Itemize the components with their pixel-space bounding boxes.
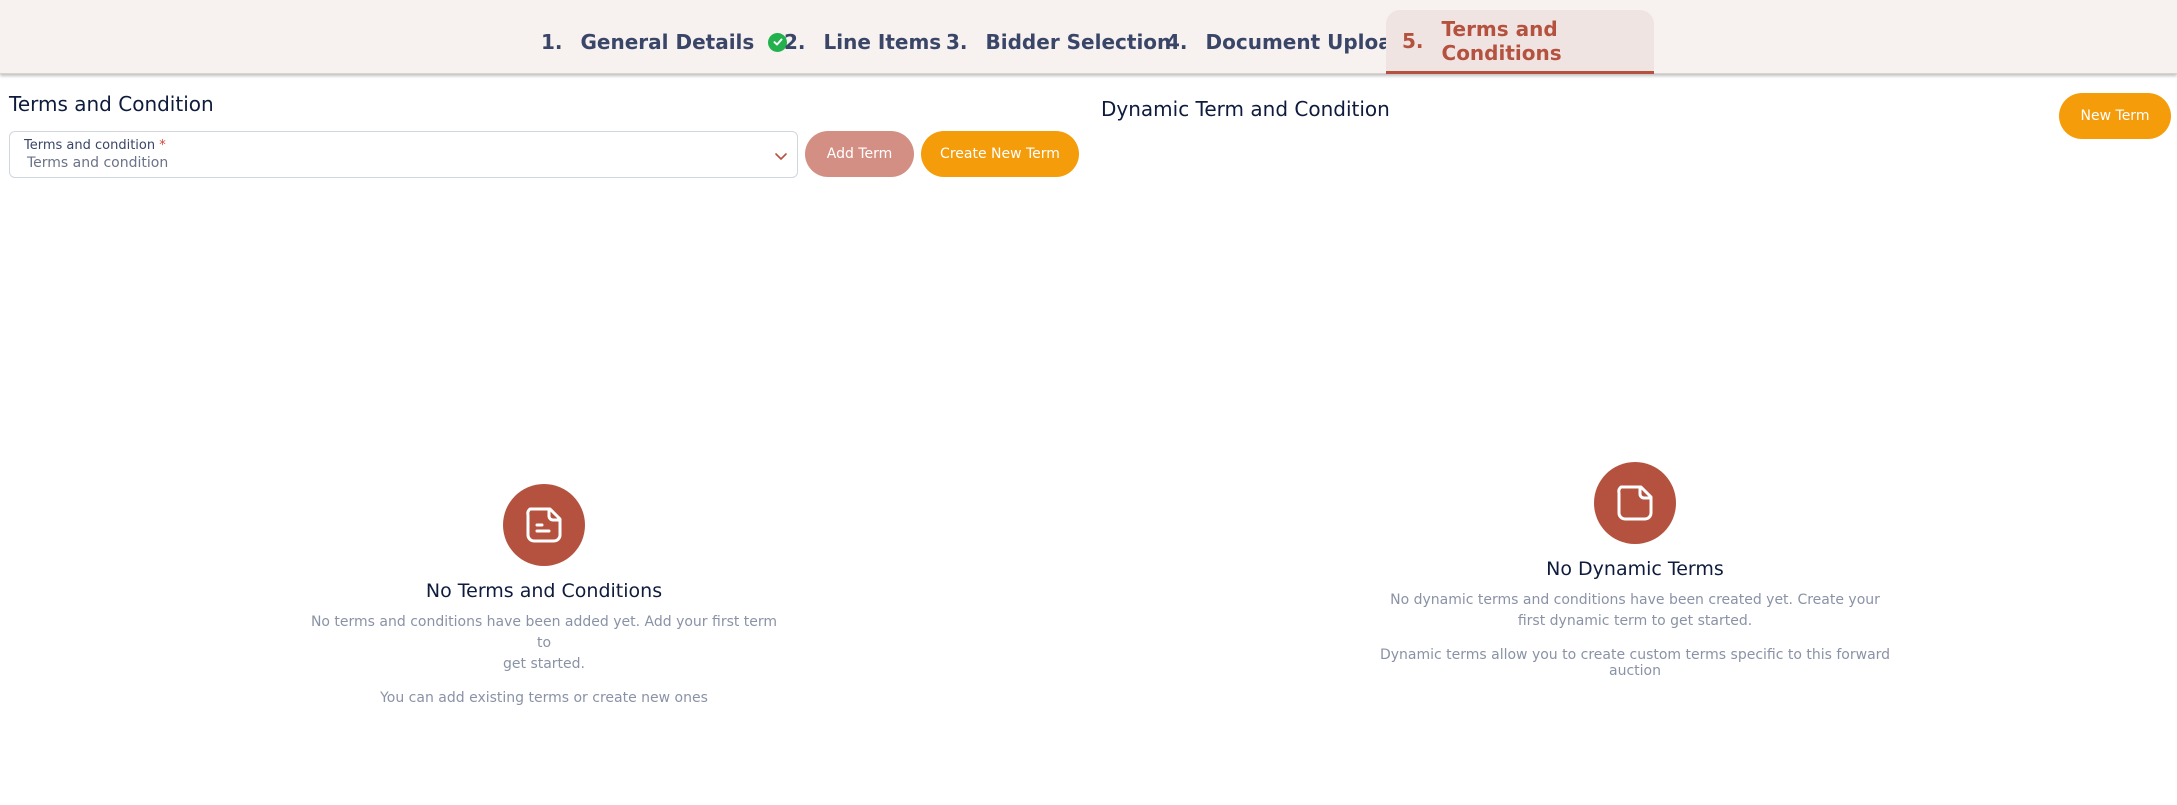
- empty-description: No dynamic terms and conditions have bee…: [1390, 592, 1880, 629]
- step-label: Line Items: [823, 30, 942, 54]
- dynamic-empty-state: No Dynamic Terms No dynamic terms and co…: [1355, 462, 1915, 679]
- step-number: 5.: [1402, 28, 1424, 53]
- select-label: Terms and condition *: [24, 138, 166, 153]
- dynamic-section-title: Dynamic Term and Condition: [1101, 97, 1390, 121]
- step-document-upload[interactable]: 4. Document Upload: [1166, 10, 1406, 74]
- step-number: 3.: [946, 30, 968, 54]
- empty-title: No Terms and Conditions: [425, 580, 663, 602]
- step-number: 4.: [1166, 30, 1188, 54]
- select-placeholder: Terms and condition: [27, 155, 169, 171]
- empty-hint: Dynamic terms allow you to create custom…: [1379, 647, 1891, 679]
- empty-description: No terms and conditions have been added …: [310, 614, 778, 672]
- create-new-term-button[interactable]: Create New Term: [921, 131, 1079, 177]
- stepper-bar: 1. General Details 2. Line Items 3. Bidd…: [0, 0, 2177, 74]
- step-general-details[interactable]: 1. General Details: [541, 10, 788, 74]
- terms-condition-select[interactable]: Terms and condition * Terms and conditio…: [9, 131, 798, 178]
- stepper-steps: 1. General Details 2. Line Items 3. Bidd…: [0, 0, 2177, 74]
- step-label: General Details: [580, 30, 755, 54]
- step-label: Terms and Conditions: [1441, 16, 1562, 65]
- empty-title: No Dynamic Terms: [1546, 558, 1724, 580]
- step-number: 1.: [541, 30, 563, 54]
- step-line-items[interactable]: 2. Line Items: [784, 10, 941, 74]
- terms-section-title: Terms and Condition: [9, 92, 214, 116]
- new-term-button[interactable]: New Term: [2059, 93, 2171, 139]
- required-mark: *: [159, 138, 166, 153]
- sticky-note-lines-icon: [503, 484, 585, 566]
- step-terms-and-conditions[interactable]: 5. Terms and Conditions: [1386, 10, 1654, 74]
- empty-hint: You can add existing terms or create new…: [380, 690, 708, 706]
- step-label: Bidder Selection: [985, 30, 1172, 54]
- step-number: 2.: [784, 30, 806, 54]
- add-term-button[interactable]: Add Term: [805, 131, 914, 177]
- chevron-down-icon: [773, 148, 789, 164]
- step-bidder-selection[interactable]: 3. Bidder Selection: [946, 10, 1171, 74]
- step-label: Document Upload: [1205, 30, 1407, 54]
- sticky-note-icon: [1594, 462, 1676, 544]
- terms-empty-state: No Terms and Conditions No terms and con…: [310, 484, 778, 706]
